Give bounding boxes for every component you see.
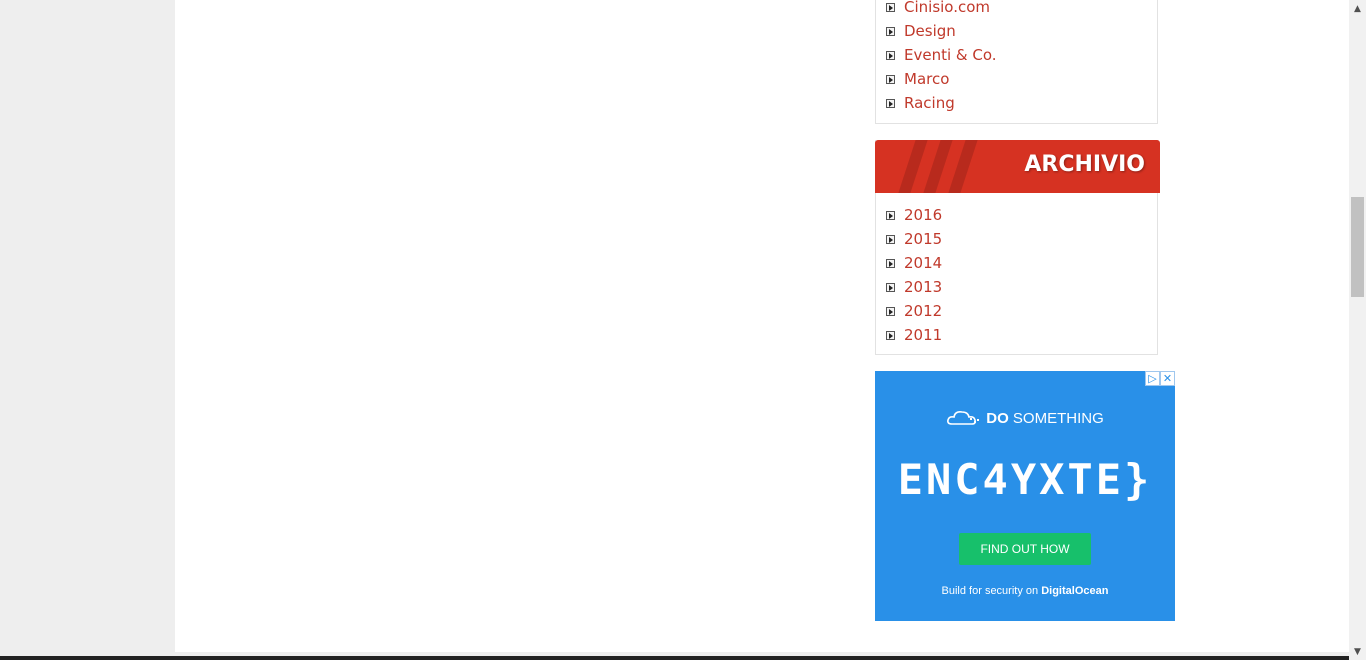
scroll-thumb[interactable]: [1351, 197, 1364, 297]
ad-brand-bold: DO: [986, 409, 1009, 427]
archive-year-link[interactable]: 2011: [904, 326, 942, 344]
ad-brand: DO SOMETHING: [875, 409, 1175, 427]
archive-year-link[interactable]: 2013: [904, 278, 942, 296]
category-link[interactable]: Marco: [904, 70, 949, 88]
arrow-bullet-icon: [886, 306, 895, 316]
list-item: Design: [886, 19, 997, 43]
list-item: 2013: [886, 275, 942, 299]
bottom-edge: [0, 656, 1349, 660]
find-out-how-button[interactable]: FIND OUT HOW: [959, 533, 1091, 565]
category-link[interactable]: Cinisio.com: [904, 0, 990, 16]
arrow-bullet-icon: [886, 50, 895, 60]
arrow-bullet-icon: [886, 282, 895, 292]
scroll-down-icon[interactable]: ▼: [1349, 643, 1366, 660]
archive-header: ARCHIVIO: [875, 140, 1160, 193]
arrow-bullet-icon: [886, 26, 895, 36]
archive-year-link[interactable]: 2015: [904, 230, 942, 248]
category-link[interactable]: Eventi & Co.: [904, 46, 997, 64]
list-item: 2016: [886, 203, 942, 227]
arrow-bullet-icon: [886, 258, 895, 268]
header-stripe: [923, 140, 953, 193]
ad-footer-brand: DigitalOcean: [1041, 585, 1109, 597]
archive-title: ARCHIVIO: [1024, 152, 1145, 177]
categories-list: Cinisio.com Design Eventi & Co. Marco Ra…: [886, 0, 997, 115]
list-item: 2011: [886, 323, 942, 347]
close-icon[interactable]: ✕: [1160, 371, 1175, 386]
ad-brand-rest: SOMETHING: [1012, 409, 1104, 427]
arrow-bullet-icon: [886, 98, 895, 108]
list-item: Racing: [886, 91, 997, 115]
arrow-bullet-icon: [886, 74, 895, 84]
header-stripe: [898, 140, 928, 193]
list-item: Marco: [886, 67, 997, 91]
category-link[interactable]: Design: [904, 22, 956, 40]
categories-widget: Cinisio.com Design Eventi & Co. Marco Ra…: [875, 0, 1158, 124]
archive-list: 2016 2015 2014 2013 2012 2011: [886, 203, 942, 347]
arrow-bullet-icon: [886, 2, 895, 12]
ad-choices-icon[interactable]: ▷: [1145, 371, 1160, 386]
vertical-scrollbar[interactable]: ▲ ▼: [1349, 0, 1366, 660]
arrow-bullet-icon: [886, 330, 895, 340]
list-item: Cinisio.com: [886, 0, 997, 19]
archive-year-link[interactable]: 2016: [904, 206, 942, 224]
list-item: Eventi & Co.: [886, 43, 997, 67]
list-item: 2015: [886, 227, 942, 251]
cloud-icon: [947, 411, 980, 425]
ad-controls: ▷ ✕: [1145, 371, 1175, 386]
list-item: 2014: [886, 251, 942, 275]
ad-footer-text: Build for security on: [941, 585, 1039, 597]
category-link[interactable]: Racing: [904, 94, 955, 112]
list-item: 2012: [886, 299, 942, 323]
ad-footer: Build for security on DigitalOcean: [875, 585, 1175, 597]
archive-year-link[interactable]: 2012: [904, 302, 942, 320]
archive-widget: ARCHIVIO 2016 2015 2014 2013 2012 2011: [875, 140, 1160, 355]
arrow-bullet-icon: [886, 234, 895, 244]
scroll-up-icon[interactable]: ▲: [1349, 0, 1366, 17]
ad-banner[interactable]: ▷ ✕ DO SOMETHING ENC4YXTE} FIND OUT HOW …: [875, 371, 1175, 621]
archive-year-link[interactable]: 2014: [904, 254, 942, 272]
header-stripe: [948, 140, 978, 193]
ad-headline: ENC4YXTE}: [897, 455, 1153, 504]
arrow-bullet-icon: [886, 210, 895, 220]
